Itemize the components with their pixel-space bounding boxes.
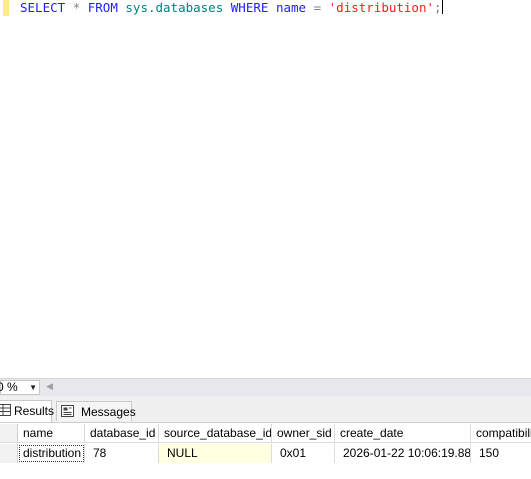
query-editor[interactable]: SELECT * FROM sys.databases WHERE name =… xyxy=(0,0,531,378)
zoom-value: 0 % xyxy=(0,380,18,394)
query-token: SELECT xyxy=(20,0,66,15)
query-token: name xyxy=(275,0,307,15)
zoom-dropdown[interactable]: 0 % ▼ xyxy=(0,380,40,395)
scroll-left-icon[interactable]: ◀ xyxy=(46,381,53,394)
grid-corner[interactable] xyxy=(0,424,18,443)
row-header-1[interactable] xyxy=(0,444,18,463)
tab-messages-label: Messages xyxy=(81,405,136,419)
column-header-name[interactable]: name xyxy=(18,424,85,443)
ssms-query-window: SELECT * FROM sys.databases WHERE name =… xyxy=(0,0,531,479)
query-token: WHERE xyxy=(230,0,269,15)
query-token xyxy=(268,0,276,15)
grid-cell[interactable]: 0x01 xyxy=(272,444,335,463)
column-header-database-id[interactable]: database_id xyxy=(85,424,159,443)
query-token xyxy=(65,0,73,15)
query-token xyxy=(306,0,314,15)
query-token: sys.databases xyxy=(125,0,224,15)
query-token: = xyxy=(313,0,322,15)
tab-results[interactable]: Results xyxy=(0,400,55,422)
query-token: 'distribution' xyxy=(328,0,434,15)
grid-cell[interactable]: 78 xyxy=(85,444,159,463)
query-token: FROM xyxy=(87,0,118,15)
tab-results-label: Results xyxy=(14,404,55,418)
text-caret xyxy=(441,0,443,14)
results-grid-icon xyxy=(0,404,11,416)
tab-messages[interactable]: Messages xyxy=(56,401,136,421)
chevron-down-icon: ▼ xyxy=(29,383,37,392)
results-tab-strip: Results Messages xyxy=(0,396,531,422)
change-tracking-bar xyxy=(3,0,9,16)
grid-cell[interactable]: NULL xyxy=(159,444,272,463)
grid-cell[interactable]: 2026-01-22 10:06:19.887 xyxy=(335,444,471,463)
editor-zoom-strip: 0 % ▼ ◀ xyxy=(0,378,531,396)
column-header-compatibility[interactable]: compatibility xyxy=(471,424,531,443)
column-header-create-date[interactable]: create_date xyxy=(335,424,471,443)
grid-cell[interactable]: 150 xyxy=(471,444,531,463)
messages-icon xyxy=(61,405,74,417)
results-grid[interactable]: name database_id source_database_id owner_s… xyxy=(0,422,531,479)
column-header-owner-sid[interactable]: owner_sid xyxy=(272,424,335,443)
query-text[interactable]: SELECT * FROM sys.databases WHERE name =… xyxy=(20,0,443,16)
query-token: ; xyxy=(434,0,442,15)
column-header-source-database-id[interactable]: source_database_id xyxy=(159,424,272,443)
query-token xyxy=(80,0,88,15)
grid-cell[interactable]: distribution xyxy=(18,444,85,463)
query-token xyxy=(223,0,231,15)
query-token xyxy=(321,0,329,15)
